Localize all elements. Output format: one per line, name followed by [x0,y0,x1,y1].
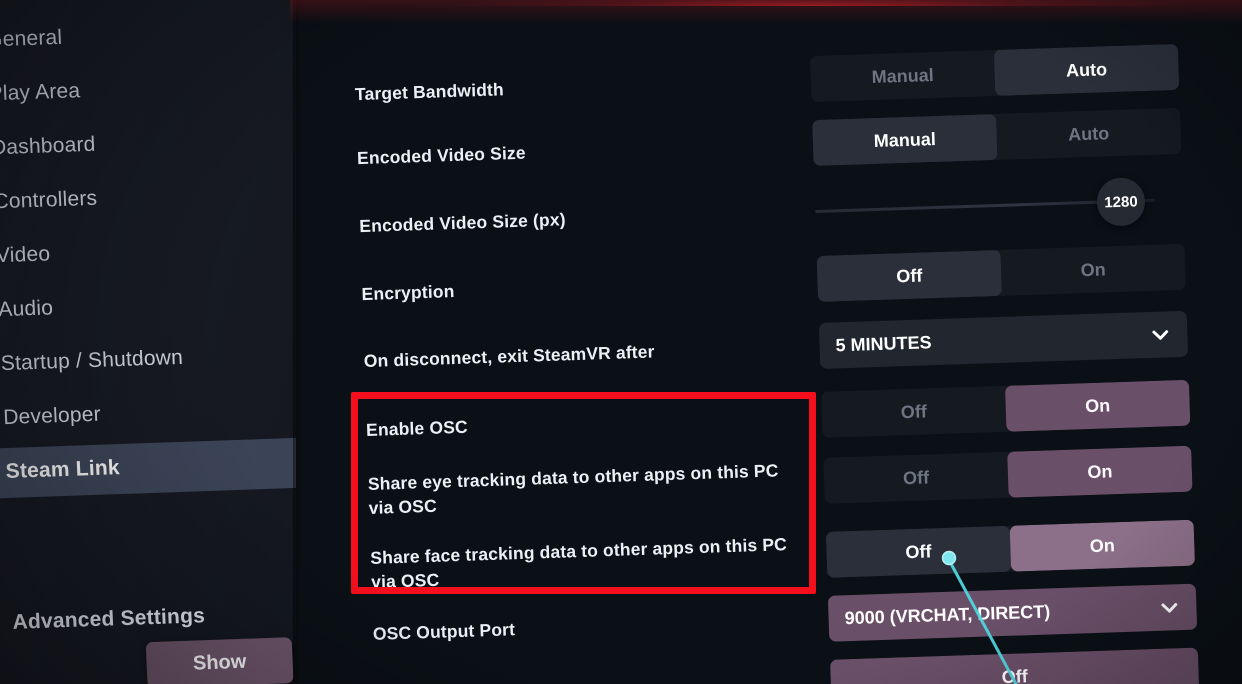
segment-auto[interactable]: Auto [993,43,1180,96]
chevron-down-icon [1152,330,1169,340]
segmented-control-encryption[interactable]: Off On [816,243,1186,302]
sidebar-item-steam-link[interactable]: Steam Link [0,433,296,501]
segment-off[interactable]: Off [829,647,1200,684]
segmented-control-encoded-video-size[interactable]: Manual Auto [812,107,1182,167]
segment-on[interactable]: On [1007,445,1193,498]
setting-label: On disconnect, exit SteamVR after [363,341,655,371]
segmented-control-target-bandwidth[interactable]: Manual Auto [809,43,1180,103]
setting-label: Encryption [361,280,455,305]
setting-label: Target Bandwidth [354,79,505,105]
sidebar: General Play Area Dashboard Controllers … [0,0,296,684]
dropdown-value: 5 MINUTES [835,331,932,355]
advanced-settings-label: Advanced Settings [12,604,206,634]
sidebar-item-label: Play Area [0,79,81,106]
vr-settings-screen: General Play Area Dashboard Controllers … [0,0,1242,684]
segmented-control-enable-osc[interactable]: Off On [821,379,1191,438]
dropdown-osc-output-port[interactable]: 9000 (VRCHAT, DIRECT) [827,583,1198,642]
settings-panel: Target Bandwidth Manual Auto Encoded Vid… [296,0,1242,684]
segment-on[interactable]: On [1004,379,1191,432]
slider-encoded-video-size[interactable]: 1280 [814,176,1183,234]
sidebar-item-label: Controllers [0,186,98,214]
segment-off[interactable]: Off [821,385,1007,438]
setting-label: Share eye tracking data to other apps on… [367,460,779,518]
sidebar-item-label: Dashboard [0,132,97,160]
slider-knob-value[interactable]: 1280 [1096,177,1146,227]
setting-label: Share face tracking data to other apps o… [370,533,788,592]
segment-auto[interactable]: Auto [995,107,1182,160]
setting-label: Enable OSC [365,416,469,440]
segmented-control-share-face-tracking[interactable]: Off On [825,519,1196,578]
sidebar-item-label: General [0,25,63,52]
dropdown-exit-steamvr-after[interactable]: 5 MINUTES [818,310,1189,369]
segment-on[interactable]: On [1009,519,1196,572]
segmented-control-graph[interactable]: Off [829,647,1200,684]
segmented-control-share-eye-tracking[interactable]: Off On [823,445,1193,504]
segment-off[interactable]: Off [823,451,1009,504]
sidebar-item-label: Developer [2,402,102,430]
advanced-settings-block: Advanced Settings Show [0,599,296,684]
sidebar-item-label: Startup / Shutdown [0,345,184,376]
sidebar-nav: General Play Area Dashboard Controllers … [0,1,296,500]
sidebar-divider [293,0,301,684]
dropdown-value: 9000 (VRCHAT, DIRECT) [844,600,1051,628]
segment-off[interactable]: Off [825,525,1012,578]
segment-on[interactable]: On [1000,243,1186,296]
setting-label: Encoded Video Size [356,142,527,169]
setting-label: Encoded Video Size (px) [359,209,566,237]
sidebar-item-label: Steam Link [5,456,121,484]
setting-label: OSC Output Port [372,619,516,644]
segment-manual[interactable]: Manual [812,113,998,167]
segment-off[interactable]: Off [816,249,1003,302]
show-advanced-settings-button[interactable]: Show [145,637,294,684]
sidebar-item-label: Video [0,242,51,268]
sidebar-item-label: Audio [0,296,54,322]
chevron-down-icon [1161,603,1178,613]
segment-manual[interactable]: Manual [809,49,996,103]
